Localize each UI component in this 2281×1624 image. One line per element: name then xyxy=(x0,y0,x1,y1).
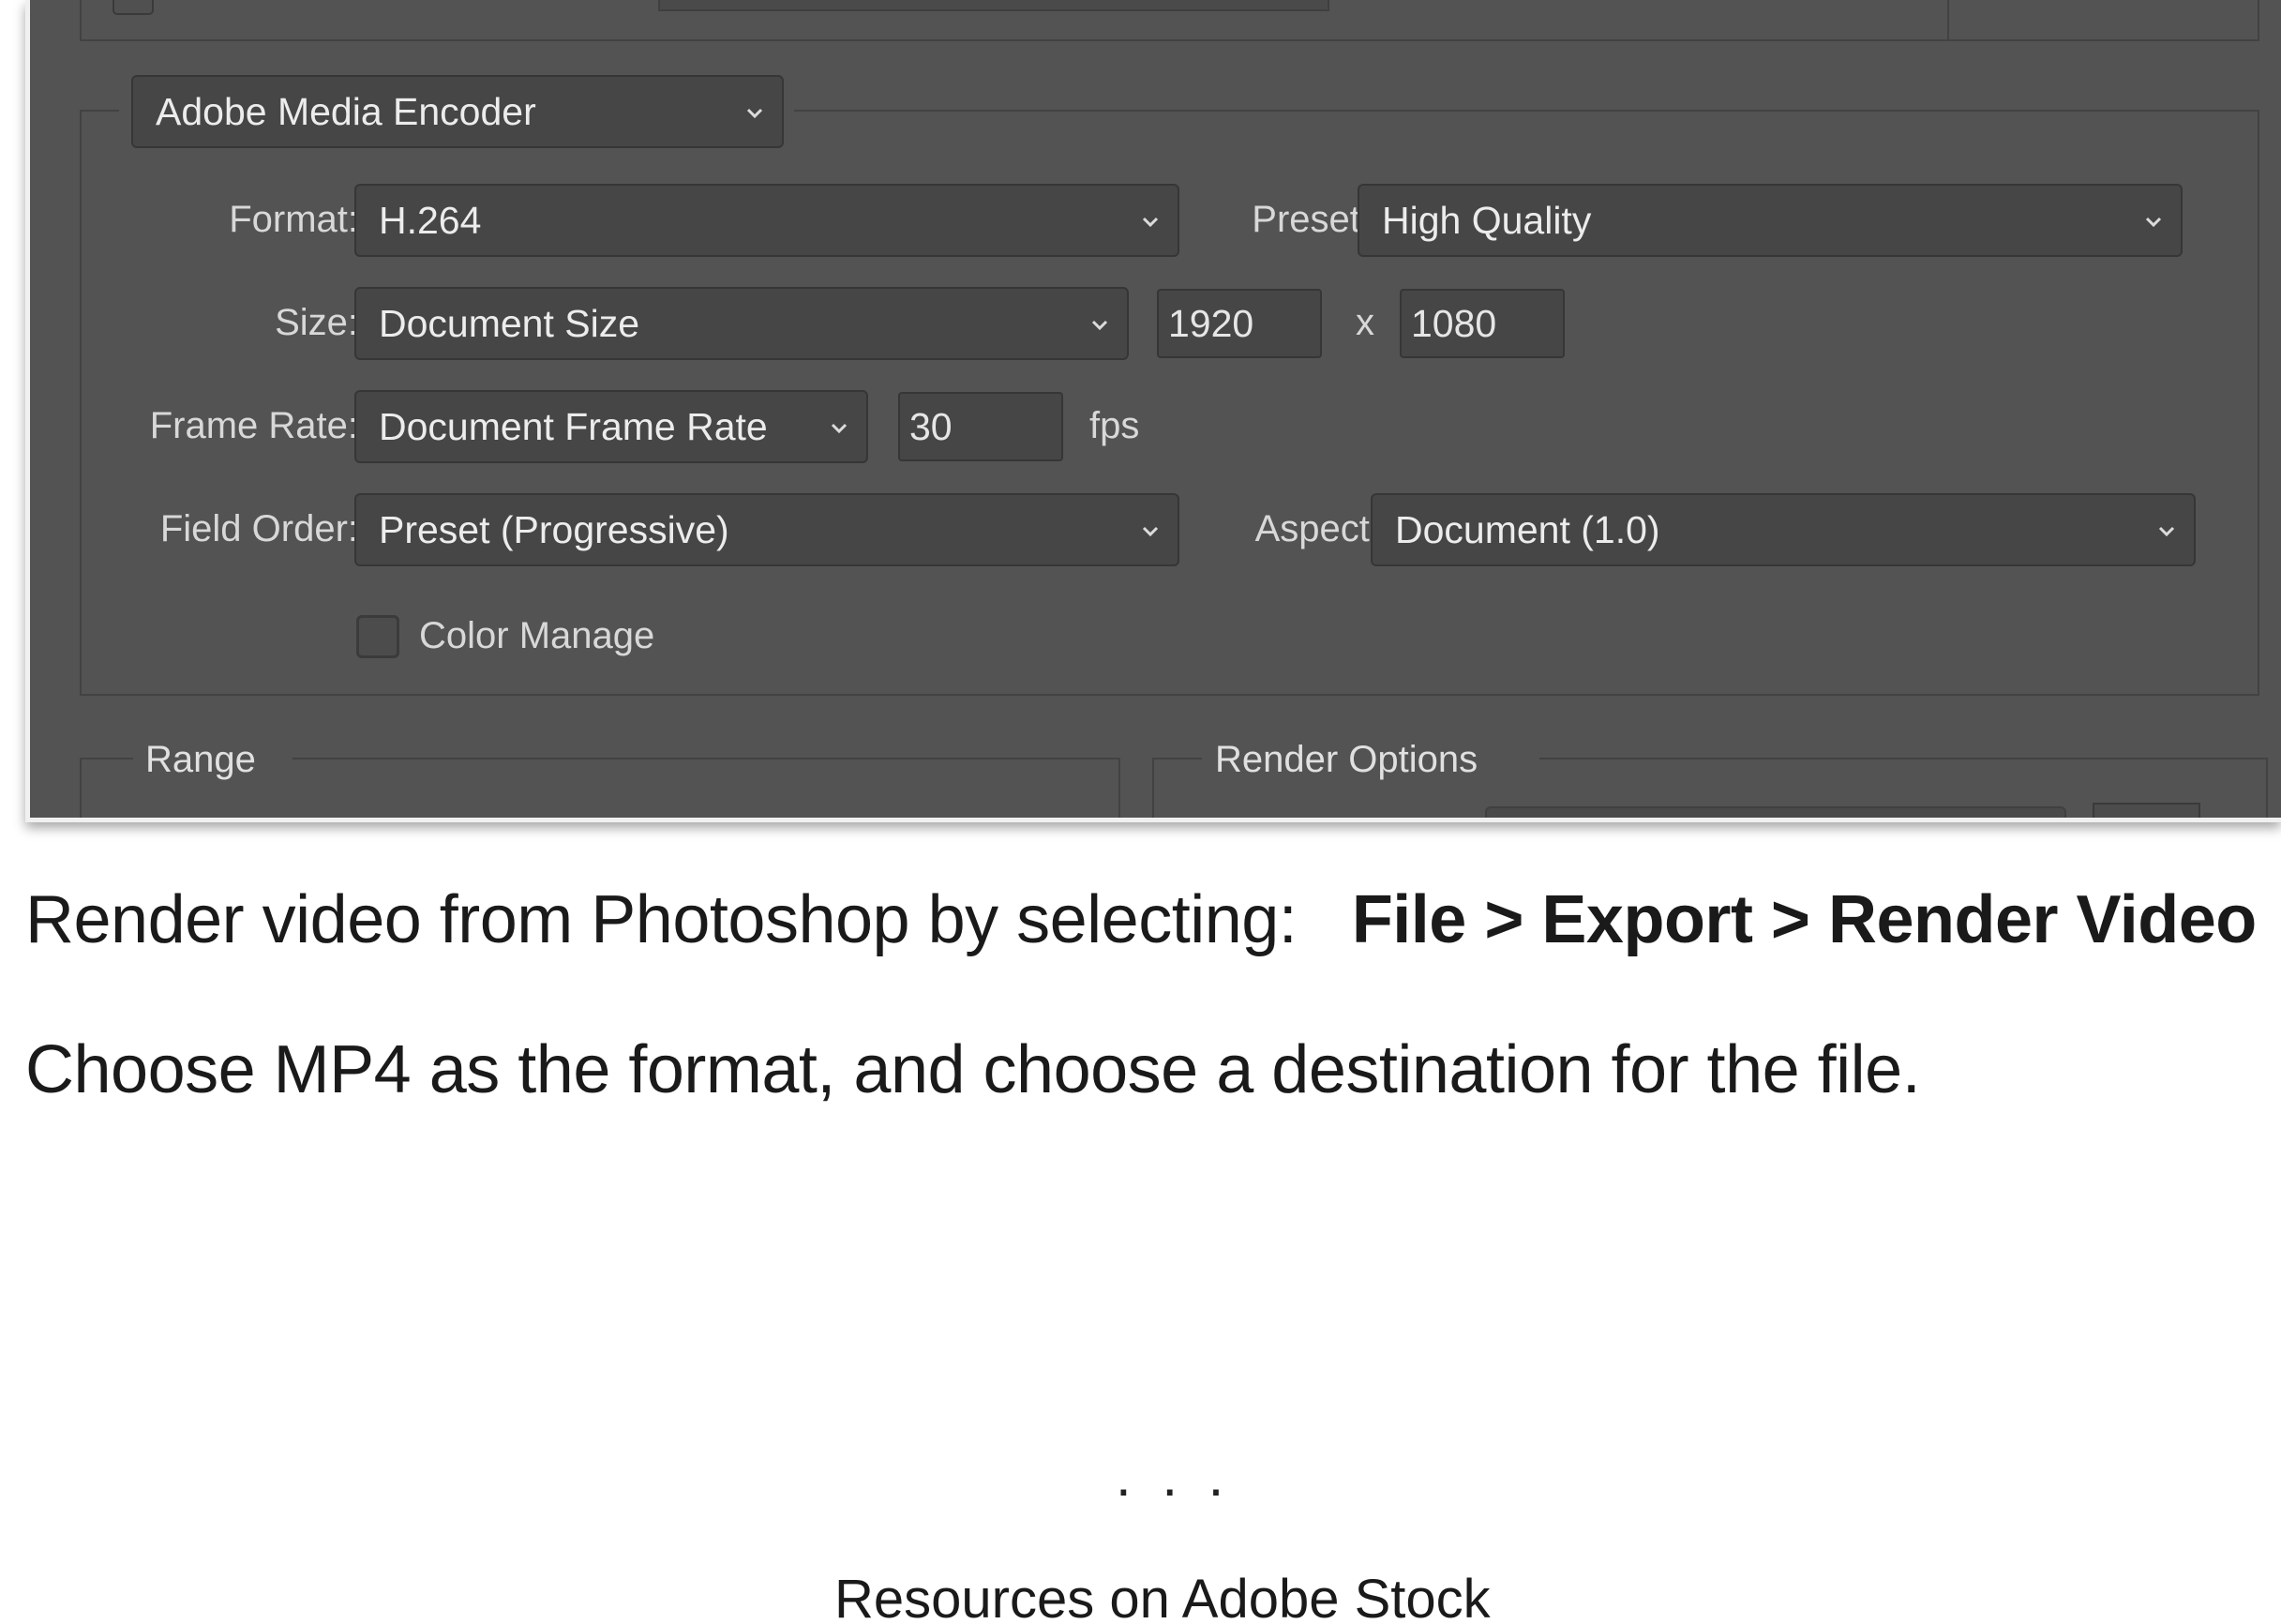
chevron-down-icon xyxy=(831,423,848,434)
encoder-select-value: Adobe Media Encoder xyxy=(156,89,536,133)
menu-path: File > Export > Render Video xyxy=(1351,882,2257,957)
fieldorder-select-value: Preset (Progressive) xyxy=(379,507,729,551)
fps-unit: fps xyxy=(1089,405,1140,446)
chevron-down-icon xyxy=(746,108,763,119)
height-input[interactable]: 1080 xyxy=(1400,289,1565,358)
format-label: Format: xyxy=(229,199,358,240)
format-select-value: H.264 xyxy=(379,198,482,242)
preset-select[interactable]: High Quality xyxy=(1358,184,2183,257)
top-divider xyxy=(1947,0,1949,41)
framerate-select[interactable]: Document Frame Rate xyxy=(354,390,868,463)
chevron-down-icon xyxy=(2158,526,2175,537)
fieldorder-select[interactable]: Preset (Progressive) xyxy=(354,493,1179,566)
preset-label: Preset: xyxy=(1252,199,1371,240)
chevron-down-icon xyxy=(1142,217,1159,228)
fps-input[interactable]: 30 xyxy=(898,392,1063,461)
top-checkbox[interactable] xyxy=(113,0,154,15)
render-options-title: Render Options xyxy=(1215,739,1478,780)
size-label: Size: xyxy=(275,302,358,343)
size-select[interactable]: Document Size xyxy=(354,287,1129,360)
render-options-select[interactable] xyxy=(1485,806,2066,818)
aspect-select[interactable]: Document (1.0) xyxy=(1371,493,2196,566)
render-video-dialog-screenshot: Adobe Media Encoder Format: H.264 Preset… xyxy=(25,0,2281,822)
dimension-separator: x xyxy=(1356,302,1374,343)
chevron-down-icon xyxy=(1091,320,1108,331)
format-select[interactable]: H.264 xyxy=(354,184,1179,257)
fieldorder-label: Field Order: xyxy=(159,508,358,549)
color-manage-label[interactable]: Color Manage xyxy=(419,615,654,657)
top-field[interactable] xyxy=(658,0,1329,11)
render-options-field[interactable] xyxy=(2093,803,2200,818)
encoder-select[interactable]: Adobe Media Encoder xyxy=(131,75,784,148)
chevron-down-icon xyxy=(1142,526,1159,537)
aspect-label: Aspect: xyxy=(1254,508,1380,549)
instruction-line-2: Choose MP4 as the format, and choose a d… xyxy=(25,1032,1921,1107)
framerate-select-value: Document Frame Rate xyxy=(379,404,768,448)
section-separator: . . . xyxy=(1116,1445,1232,1508)
range-title: Range xyxy=(145,739,256,780)
instruction-prefix: Render video from Photoshop by selecting… xyxy=(25,882,1298,957)
size-select-value: Document Size xyxy=(379,301,640,345)
chevron-down-icon xyxy=(2145,217,2162,228)
framerate-label: Frame Rate: xyxy=(149,405,358,446)
color-manage-checkbox[interactable] xyxy=(356,615,399,658)
instruction-line-1: Render video from Photoshop by selecting… xyxy=(25,881,2257,958)
aspect-select-value: Document (1.0) xyxy=(1395,507,1660,551)
footer-heading: Resources on Adobe Stock xyxy=(834,1569,1491,1624)
preset-select-value: High Quality xyxy=(1382,198,1592,242)
width-input[interactable]: 1920 xyxy=(1157,289,1322,358)
